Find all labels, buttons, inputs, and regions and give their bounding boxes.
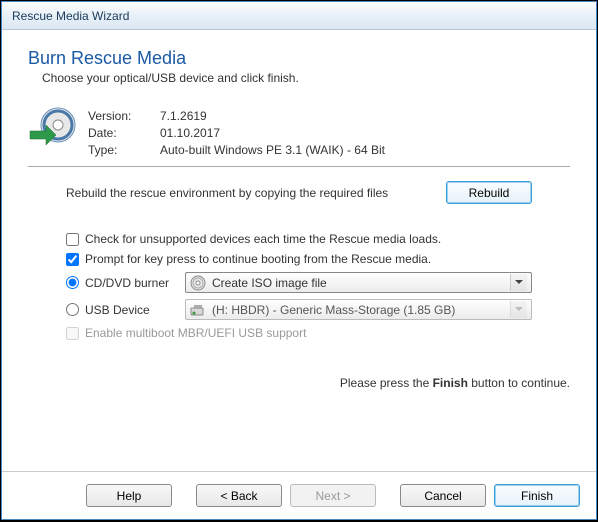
version-value: 7.1.2619 (160, 109, 389, 124)
check-unsupported-checkbox[interactable] (66, 233, 79, 246)
disc-arrow-icon (28, 105, 76, 153)
chevron-down-icon (510, 301, 527, 318)
usb-dropdown: (H: HBDR) - Generic Mass-Storage (1.85 G… (185, 299, 532, 320)
prompt-keypress-label: Prompt for key press to continue booting… (85, 252, 431, 266)
window: Rescue Media Wizard Burn Rescue Media Ch… (1, 1, 597, 520)
type-value: Auto-built Windows PE 3.1 (WAIK) - 64 Bi… (160, 143, 389, 158)
usb-label: USB Device (85, 303, 185, 317)
type-label: Type: (88, 143, 158, 158)
window-title: Rescue Media Wizard (12, 9, 129, 23)
info-section: Version: 7.1.2619 Date: 01.10.2017 Type:… (28, 107, 570, 167)
content-area: Burn Rescue Media Choose your optical/US… (2, 30, 596, 471)
rebuild-text: Rebuild the rescue environment by copyin… (66, 186, 388, 200)
instruction-text: Please press the Finish button to contin… (28, 376, 570, 390)
drive-icon (190, 302, 206, 318)
page-subtitle: Choose your optical/USB device and click… (42, 71, 570, 85)
multiboot-label: Enable multiboot MBR/UEFI USB support (85, 326, 306, 340)
titlebar: Rescue Media Wizard (2, 2, 596, 30)
usb-selected: (H: HBDR) - Generic Mass-Storage (1.85 G… (212, 303, 510, 317)
finish-button[interactable]: Finish (494, 484, 580, 507)
check-unsupported-label: Check for unsupported devices each time … (85, 232, 441, 246)
page-title: Burn Rescue Media (28, 48, 570, 69)
version-label: Version: (88, 109, 158, 124)
back-button[interactable]: < Back (196, 484, 282, 507)
chevron-down-icon (510, 274, 527, 291)
multiboot-checkbox (66, 327, 79, 340)
disc-icon (190, 275, 206, 291)
cd-dvd-radio[interactable] (66, 276, 79, 289)
cd-dvd-selected: Create ISO image file (212, 276, 510, 290)
help-button[interactable]: Help (86, 484, 172, 507)
usb-radio[interactable] (66, 303, 79, 316)
next-button: Next > (290, 484, 376, 507)
footer: Help < Back Next > Cancel Finish (2, 471, 596, 519)
date-label: Date: (88, 126, 158, 141)
cancel-button[interactable]: Cancel (400, 484, 486, 507)
rebuild-button[interactable]: Rebuild (446, 181, 532, 204)
prompt-keypress-checkbox[interactable] (66, 253, 79, 266)
cd-dvd-label: CD/DVD burner (85, 276, 185, 290)
cd-dvd-dropdown[interactable]: Create ISO image file (185, 272, 532, 293)
date-value: 01.10.2017 (160, 126, 389, 141)
